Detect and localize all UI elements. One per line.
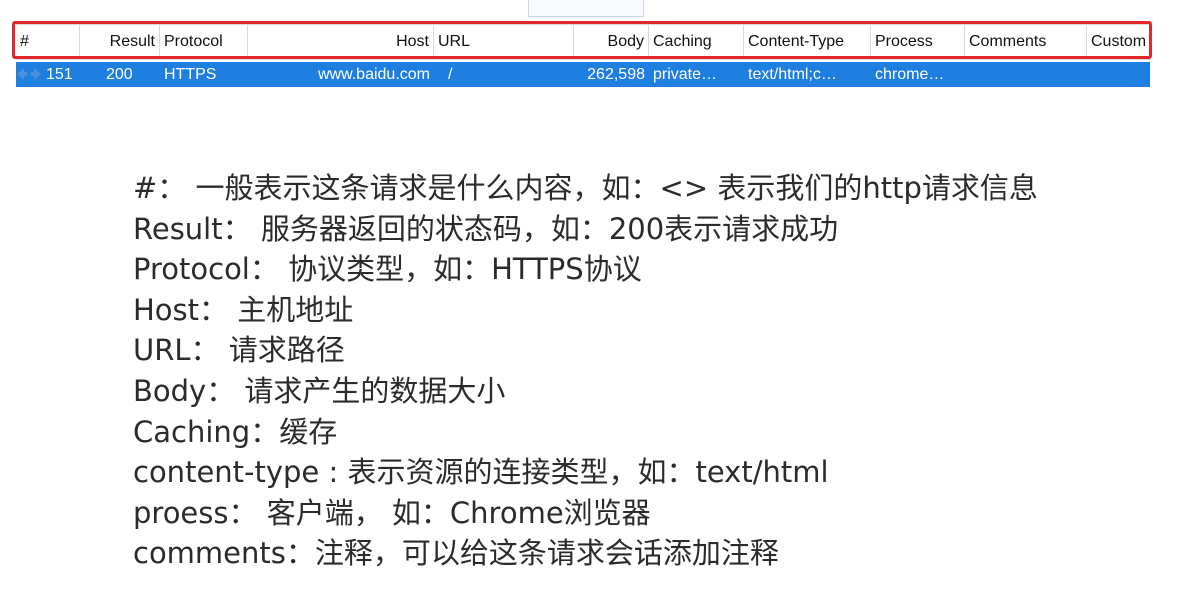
column-header-content-type[interactable]: Content-Type (744, 25, 871, 59)
cell-body: 262,598 (587, 66, 645, 83)
note-host: Host： 主机地址 (133, 292, 354, 327)
column-header-custom[interactable]: Custom (1087, 25, 1150, 59)
note-body: Body： 请求产生的数据大小 (133, 373, 506, 408)
cell-process: chrome… (875, 66, 945, 83)
note-result: Result： 服务器返回的状态码，如：200表示请求成功 (133, 211, 839, 246)
session-row[interactable]: 151 200 HTTPS www.baidu.com / 262,598 pr… (16, 62, 1150, 87)
note-comments: comments：注释，可以给这条请求会话添加注释 (133, 536, 779, 571)
column-header-comments[interactable]: Comments (965, 25, 1087, 59)
column-explanations: #： 一般表示这条请求是什么内容，如：<> 表示我们的http请求信息 Resu… (133, 168, 1133, 574)
cell-content-type: text/html;c… (748, 66, 837, 83)
note-process: proess： 客户端， 如：Chrome浏览器 (133, 495, 651, 530)
note-url: URL： 请求路径 (133, 333, 345, 368)
toolbar-tab-remnant (528, 0, 644, 17)
cell-caching: private… (653, 66, 718, 83)
note-number: #： 一般表示这条请求是什么内容，如：<> 表示我们的http请求信息 (133, 171, 1038, 205)
column-header-number[interactable]: # (16, 25, 80, 59)
column-header-protocol[interactable]: Protocol (160, 25, 248, 59)
screenshot: # Result Protocol Host URL Body Caching … (0, 0, 1204, 609)
note-content-type: content-type : 表示资源的连接类型，如：text/html (133, 455, 829, 490)
cell-host: www.baidu.com (317, 66, 430, 83)
session-grid-header: # Result Protocol Host URL Body Caching … (16, 24, 1150, 60)
column-header-host[interactable]: Host (248, 25, 434, 59)
request-arrows-icon-svg (17, 68, 41, 80)
cell-custom (1087, 62, 1150, 87)
column-header-url[interactable]: URL (434, 25, 574, 59)
cell-comments (965, 62, 1087, 87)
cell-protocol: HTTPS (164, 66, 217, 83)
cell-result: 200 (106, 66, 133, 83)
request-arrows-icon (16, 64, 42, 84)
cell-number: 151 (46, 66, 73, 83)
column-header-process[interactable]: Process (871, 25, 965, 59)
column-header-caching[interactable]: Caching (649, 25, 744, 59)
note-caching: Caching：缓存 (133, 414, 338, 449)
note-protocol: Protocol： 协议类型，如：HTTPS协议 (133, 252, 642, 287)
cell-url: / (448, 66, 453, 83)
column-header-result[interactable]: Result (80, 25, 160, 59)
column-header-body[interactable]: Body (574, 25, 649, 59)
toolbar-remnant (0, 0, 1150, 18)
